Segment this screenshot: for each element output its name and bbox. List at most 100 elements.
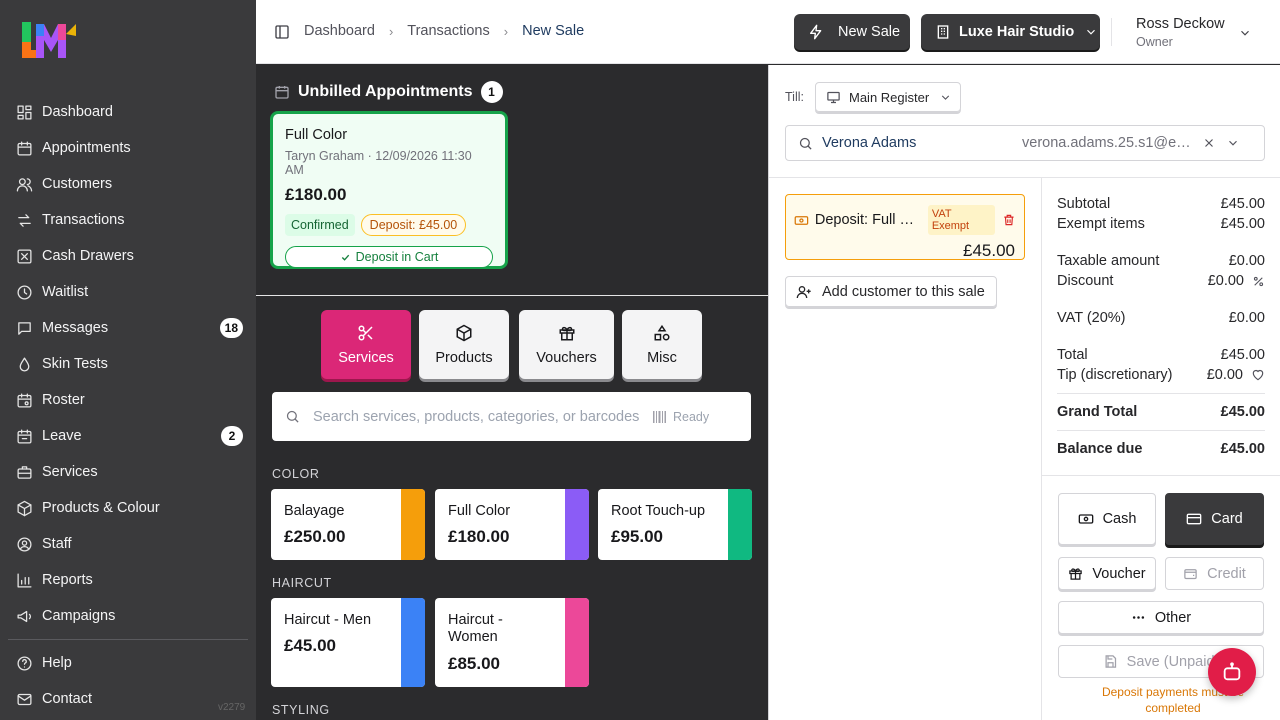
sidebar: Dashboard Appointments Customers Transac…: [0, 0, 256, 720]
till-value: Main Register: [849, 89, 930, 105]
search-input[interactable]: Search services, products, categories, o…: [313, 409, 639, 425]
top-bar: Dashboard › Transactions › New Sale New …: [256, 0, 1280, 64]
sidebar-item-messages[interactable]: Messages 18: [8, 310, 248, 346]
sidebar-item-staff[interactable]: Staff: [8, 526, 248, 562]
grand-total-label: Grand Total: [1057, 404, 1138, 420]
service-price: £180.00: [448, 527, 510, 547]
user-name[interactable]: Ross Deckow: [1136, 16, 1225, 32]
cart-item-title: Deposit: Full Color: [814, 212, 922, 228]
sidebar-item-label: Staff: [42, 536, 72, 552]
scanner-status-label: Ready: [673, 409, 710, 424]
catalog-panel: Unbilled Appointments 1 Full Color Taryn…: [256, 65, 768, 720]
breadcrumb-dashboard[interactable]: Dashboard: [304, 23, 375, 39]
till-select[interactable]: Main Register: [815, 82, 961, 112]
tab-services[interactable]: Services: [321, 310, 411, 379]
service-tile-full-color[interactable]: Full Color £180.00: [435, 489, 589, 560]
other-payment-button[interactable]: Other: [1058, 601, 1264, 634]
sidebar-toggle-icon[interactable]: [274, 24, 290, 40]
tab-products[interactable]: Products: [419, 310, 509, 379]
card-button[interactable]: Card: [1165, 493, 1264, 545]
sidebar-item-label: Reports: [42, 572, 93, 588]
add-customer-button[interactable]: Add customer to this sale: [785, 276, 997, 307]
sidebar-item-appointments[interactable]: Appointments: [8, 130, 248, 166]
service-tile-haircut-men[interactable]: Haircut - Men £45.00: [271, 598, 425, 687]
mail-icon: [17, 693, 32, 705]
gift-icon: [1069, 568, 1083, 580]
sidebar-item-waitlist[interactable]: Waitlist: [8, 274, 248, 310]
exempt-label: Exempt items: [1057, 216, 1145, 232]
sidebar-item-label: Customers: [42, 176, 113, 192]
cart-item-amount: £45.00: [963, 241, 1015, 260]
sidebar-item-label: Messages: [42, 320, 109, 336]
user-menu-chevron-icon[interactable]: [1238, 26, 1252, 40]
shapes-icon: [654, 324, 670, 340]
other-label: Other: [1154, 609, 1192, 626]
tab-label: Misc: [647, 349, 677, 366]
tab-vouchers[interactable]: Vouchers: [519, 310, 614, 379]
calendar-icon: [275, 86, 289, 99]
header-divider: [1111, 18, 1112, 46]
trash-icon[interactable]: [1002, 213, 1016, 227]
cash-button[interactable]: Cash: [1058, 493, 1156, 545]
arrows-exchange-icon: [18, 213, 31, 227]
user-plus-icon: [796, 285, 811, 298]
add-customer-label: Add customer to this sale: [822, 283, 985, 300]
color-strip: [401, 489, 425, 560]
sidebar-item-roster[interactable]: Roster: [8, 382, 248, 418]
sidebar-item-help[interactable]: Help: [8, 645, 248, 681]
appointment-card[interactable]: Full Color Taryn Graham · 12/09/2026 11:…: [270, 111, 508, 269]
sidebar-item-leave[interactable]: Leave 2: [8, 418, 248, 454]
save-unpaid-label: Save (Unpaid): [1126, 653, 1220, 670]
vat-value: £0.00: [1228, 310, 1265, 326]
sidebar-item-products-colour[interactable]: Products & Colour: [8, 490, 248, 526]
credit-card-icon: [1186, 513, 1202, 525]
deposit-in-cart-label: Deposit in Cart: [355, 250, 439, 264]
sidebar-item-customers[interactable]: Customers: [8, 166, 248, 202]
sidebar-item-campaigns[interactable]: Campaigns: [8, 598, 248, 634]
megaphone-icon: [17, 610, 32, 622]
location-selector[interactable]: Luxe Hair Studio: [921, 14, 1100, 50]
sidebar-item-services[interactable]: Services: [8, 454, 248, 490]
voucher-button[interactable]: Voucher: [1058, 557, 1156, 590]
heart-icon[interactable]: [1251, 368, 1265, 382]
new-sale-button[interactable]: New Sale: [794, 14, 910, 50]
credit-button[interactable]: Credit: [1165, 557, 1264, 590]
service-name: Balayage: [284, 503, 345, 519]
users-icon: [16, 177, 33, 192]
breadcrumb-transactions[interactable]: Transactions: [407, 23, 489, 39]
section-label-color: COLOR: [272, 467, 320, 481]
save-icon: [1105, 655, 1116, 668]
catalog-search[interactable]: Search services, products, categories, o…: [272, 392, 751, 441]
sidebar-item-label: Skin Tests: [42, 356, 108, 372]
roster-icon: [17, 392, 32, 408]
subtotal-label: Subtotal: [1057, 196, 1111, 212]
service-tile-haircut-women[interactable]: Haircut - Women £85.00: [435, 598, 589, 687]
service-tile-root-touch-up[interactable]: Root Touch-up £95.00: [598, 489, 752, 560]
customer-select[interactable]: Verona Adams verona.adams.25.s1@example.…: [785, 125, 1265, 161]
sidebar-item-reports[interactable]: Reports: [8, 562, 248, 598]
chevron-down-icon[interactable]: [1226, 136, 1240, 150]
cart-item[interactable]: Deposit: Full Color VAT Exempt £45.00: [785, 194, 1025, 260]
percent-icon[interactable]: [1252, 275, 1265, 288]
sidebar-item-transactions[interactable]: Transactions: [8, 202, 248, 238]
clear-customer-icon[interactable]: [1202, 136, 1216, 150]
service-tile-balayage[interactable]: Balayage £250.00: [271, 489, 425, 560]
brand-logo[interactable]: [22, 22, 76, 60]
chart-icon: [17, 572, 32, 588]
gift-icon: [559, 326, 574, 340]
status-badge: Confirmed: [285, 214, 355, 236]
scissors-icon: [358, 325, 373, 340]
tab-misc[interactable]: Misc: [622, 310, 702, 379]
total-label: Total: [1057, 347, 1088, 363]
sidebar-item-label: Roster: [42, 392, 85, 408]
wallet-icon: [1184, 569, 1197, 580]
sidebar-item-cash-drawers[interactable]: Cash Drawers: [8, 238, 248, 274]
barcode-icon: [653, 410, 666, 423]
sidebar-item-dashboard[interactable]: Dashboard: [8, 94, 248, 130]
assistant-button[interactable]: [1208, 648, 1256, 696]
cash-label: Cash: [1102, 511, 1137, 527]
help-icon: [17, 655, 32, 671]
payment-divider: [1042, 475, 1280, 476]
sidebar-item-contact[interactable]: Contact: [8, 681, 248, 717]
sidebar-item-skin-tests[interactable]: Skin Tests: [8, 346, 248, 382]
